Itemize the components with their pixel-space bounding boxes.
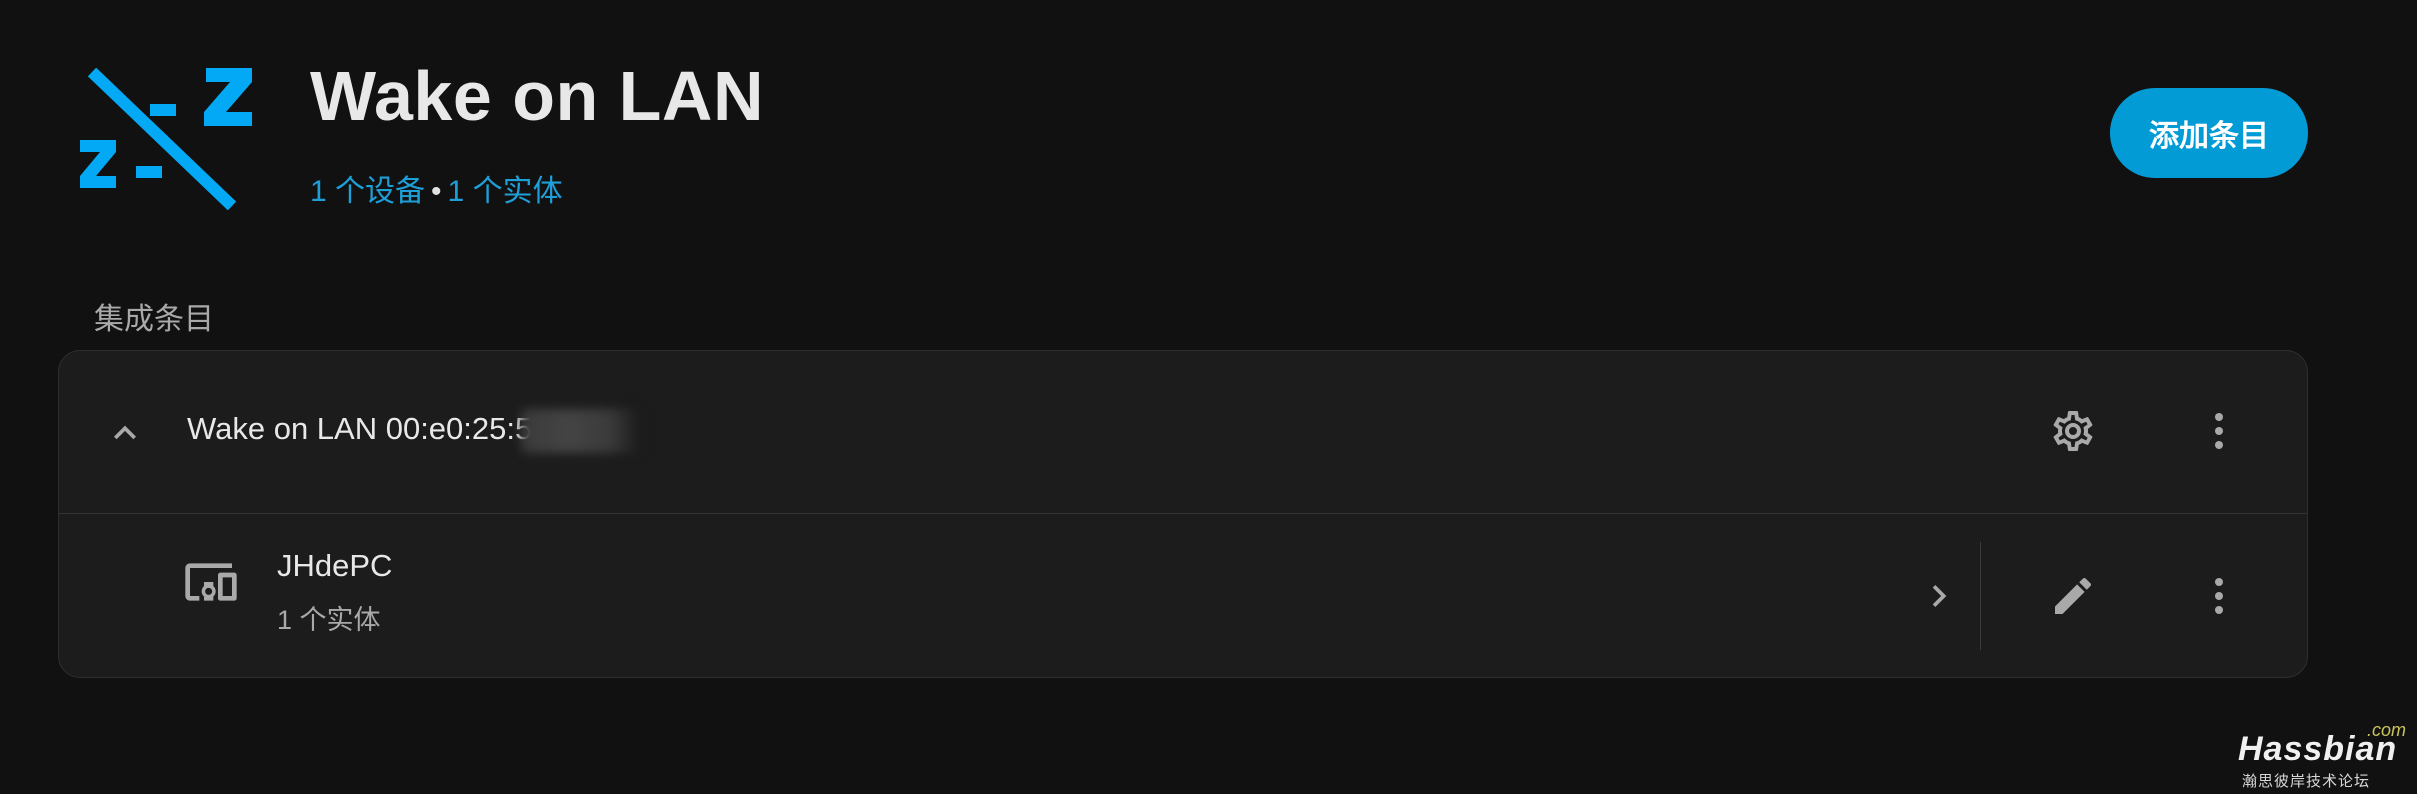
gear-icon[interactable] [2049, 407, 2097, 455]
config-entry-card: Wake on LAN 00:e0:25:5 JHdePC 1 个实体 [58, 350, 2308, 678]
redacted-mac-blur [521, 409, 639, 453]
entities-link[interactable]: 1 个实体 [448, 175, 563, 208]
wake-on-lan-logo [80, 68, 252, 210]
hassbian-watermark: .com Hassbian 瀚思彼岸技术论坛 [2238, 716, 2406, 790]
device-name: JHdePC [277, 548, 393, 583]
page-title: Wake on LAN [310, 57, 765, 135]
summary-separator: • [431, 175, 442, 208]
config-entry-row: Wake on LAN 00:e0:25:5 [59, 351, 2307, 514]
device-row[interactable]: JHdePC 1 个实体 [59, 514, 2307, 677]
watermark-brand: Hassbian [2238, 730, 2398, 768]
kebab-menu-icon[interactable] [2195, 407, 2243, 455]
section-heading: 集成条目 [94, 303, 214, 336]
device-entity-count: 1 个实体 [277, 605, 381, 635]
watermark-subtitle: 瀚思彼岸技术论坛 [2242, 772, 2371, 790]
config-entry-title: Wake on LAN 00:e0:25:5 [187, 411, 533, 446]
kebab-menu-icon[interactable] [2195, 572, 2243, 620]
pencil-icon[interactable] [2049, 572, 2097, 620]
add-entry-button[interactable]: 添加条目 [2110, 88, 2308, 178]
devices-icon [185, 563, 237, 601]
devices-link[interactable]: 1 个设备 [310, 175, 425, 208]
integration-summary: 1 个设备 • 1 个实体 [310, 166, 563, 210]
chevron-up-icon[interactable] [103, 411, 147, 455]
chevron-right-icon[interactable] [1917, 574, 1961, 618]
divider [1980, 542, 1981, 650]
integration-page: Wake on LAN 1 个设备 • 1 个实体 添加条目 集成条目 Wake o… [0, 0, 2417, 794]
